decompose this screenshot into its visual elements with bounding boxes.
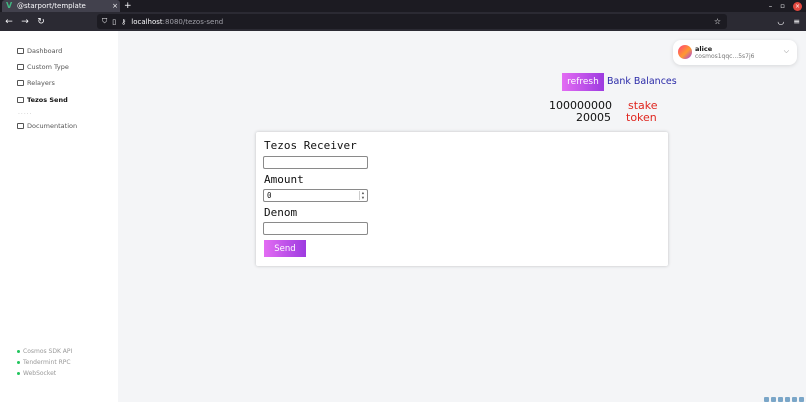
browser-nav-bar: ← → ↻ ⛉ ▯ ⚷ localhost :8080/tezos-send ☆… [0, 12, 806, 31]
relayers-icon [17, 80, 24, 86]
sidebar-item-custom-type[interactable]: Custom Type [17, 63, 69, 71]
pocket-icon[interactable]: ◡ [777, 17, 784, 26]
account-name: alice [695, 45, 713, 53]
link-label: Tendermint RPC [23, 359, 71, 366]
sidebar-item-label: Documentation [27, 122, 78, 130]
avatar [678, 45, 692, 59]
tray-icon [778, 397, 783, 402]
sidebar-item-label: Relayers [27, 79, 55, 87]
bank-balances-title: Bank Balances [607, 76, 677, 87]
refresh-button[interactable]: refresh [562, 73, 604, 91]
balance-denom: token [626, 111, 657, 124]
sidebar-item-dashboard[interactable]: Dashboard [17, 47, 62, 55]
tray-icon [771, 397, 776, 402]
reload-icon[interactable]: ↻ [34, 17, 48, 27]
amount-input[interactable]: 0 ▲ ▼ [263, 189, 368, 202]
amount-label: Amount [264, 173, 304, 186]
new-tab-button[interactable]: + [124, 0, 132, 12]
chevron-down-icon: ⌵ [783, 47, 789, 55]
denom-label: Denom [264, 206, 298, 219]
tray-icon [799, 397, 804, 402]
url-host: localhost [131, 17, 163, 26]
minimize-icon[interactable]: – [769, 2, 773, 10]
url-path: :8080/tezos-send [162, 17, 224, 26]
key-icon: ⚷ [121, 17, 127, 26]
documentation-icon [17, 123, 24, 129]
account-address: cosmos1qqc...5s7j6 [695, 53, 755, 60]
sidebar-link-cosmos-sdk-api[interactable]: Cosmos SDK API [17, 348, 72, 355]
browser-tab-bar: V @starport/template × + – ▫ × [0, 0, 806, 12]
maximize-icon[interactable]: ▫ [780, 2, 785, 10]
number-stepper-icon[interactable]: ▲ ▼ [359, 190, 366, 200]
sidebar-link-tendermint-rpc[interactable]: Tendermint RPC [17, 359, 71, 366]
status-dot-icon [17, 350, 20, 353]
tab-close-icon[interactable]: × [110, 2, 120, 10]
browser-toolbar-right: ◡ ≡ [777, 12, 800, 31]
vue-logo-icon: V [6, 1, 13, 10]
status-dot-icon [17, 372, 20, 375]
sidebar-item-label: Custom Type [27, 63, 69, 71]
page-icon: ▯ [112, 17, 117, 26]
menu-icon[interactable]: ≡ [793, 17, 800, 26]
tray-icon [792, 397, 797, 402]
sidebar-item-relayers[interactable]: Relayers [17, 79, 55, 87]
status-dot-icon [17, 361, 20, 364]
shield-icon: ⛉ [102, 17, 108, 25]
window-controls: – ▫ × [769, 0, 806, 12]
close-window-icon[interactable]: × [793, 1, 802, 11]
account-selector[interactable]: alice cosmos1qqc...5s7j6 ⌵ [673, 40, 797, 65]
sidebar-item-tezos-send[interactable]: Tezos Send [17, 96, 68, 104]
sidebar-link-websocket[interactable]: WebSocket [17, 370, 56, 377]
browser-tab[interactable]: V @starport/template × [2, 0, 120, 12]
denom-input[interactable] [263, 222, 368, 235]
send-button[interactable]: Send [264, 240, 306, 257]
tab-title: @starport/template [17, 2, 86, 10]
sidebar-separator: ····· [18, 111, 33, 118]
back-arrow-icon[interactable]: ← [2, 17, 16, 27]
bookmark-star-icon[interactable]: ☆ [714, 17, 721, 26]
url-bar[interactable]: ⛉ ▯ ⚷ localhost :8080/tezos-send ☆ [97, 14, 727, 29]
sidebar-item-label: Dashboard [27, 47, 63, 55]
custom-type-icon [17, 64, 24, 70]
link-label: WebSocket [23, 370, 57, 377]
sidebar-item-documentation[interactable]: Documentation [17, 122, 77, 130]
forward-arrow-icon[interactable]: → [18, 17, 32, 27]
tray-icon [764, 397, 769, 402]
receiver-label: Tezos Receiver [264, 139, 357, 152]
link-label: Cosmos SDK API [23, 348, 73, 355]
tray-icon [785, 397, 790, 402]
balance-amount: 20005 [576, 111, 611, 124]
receiver-input[interactable] [263, 156, 368, 169]
transfer-icon [17, 97, 24, 103]
amount-value: 0 [267, 191, 272, 200]
dashboard-icon [17, 48, 24, 54]
system-tray [696, 397, 806, 402]
sidebar-item-label: Tezos Send [27, 96, 68, 104]
